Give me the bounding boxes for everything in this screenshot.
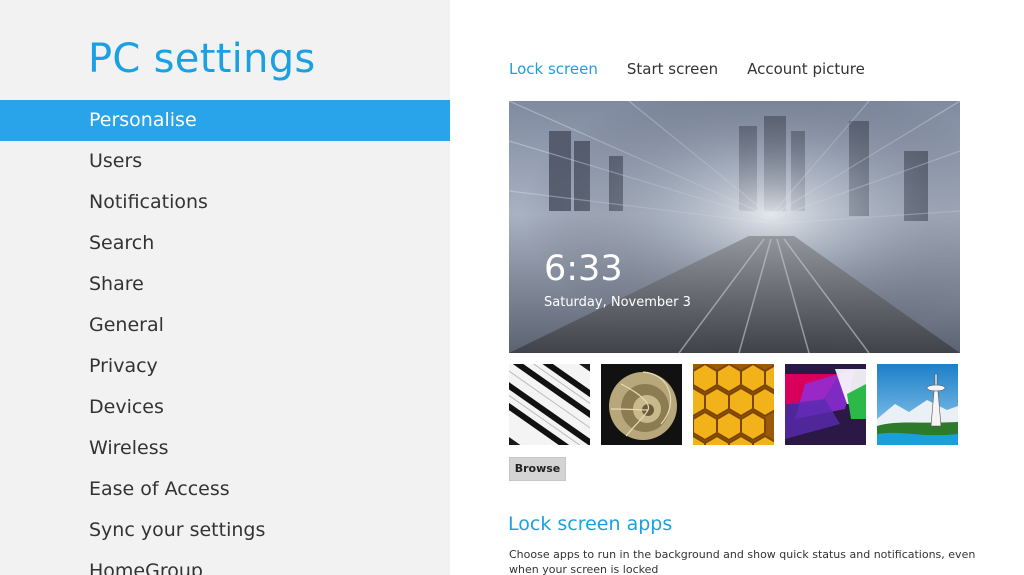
nav-item-search[interactable]: Search bbox=[0, 223, 450, 264]
lock-screen-preview: 6:33 Saturday, November 3 bbox=[509, 101, 960, 353]
nav-item-sync-your-settings[interactable]: Sync your settings bbox=[0, 510, 450, 551]
personalise-tabs: Lock screen Start screen Account picture bbox=[509, 60, 894, 78]
browse-button[interactable]: Browse bbox=[509, 457, 566, 481]
settings-nav-pane: PC settings Personalise Users Notificati… bbox=[0, 0, 450, 575]
nav-item-notifications[interactable]: Notifications bbox=[0, 182, 450, 223]
thumbnail-space-needle[interactable] bbox=[877, 364, 958, 445]
nav-item-personalise[interactable]: Personalise bbox=[0, 100, 450, 141]
tab-start-screen[interactable]: Start screen bbox=[627, 60, 718, 78]
tab-account-picture[interactable]: Account picture bbox=[747, 60, 865, 78]
thumbnail-honeycomb[interactable] bbox=[693, 364, 774, 445]
personalise-content-pane: Lock screen Start screen Account picture bbox=[450, 0, 1024, 575]
nav-item-devices[interactable]: Devices bbox=[0, 387, 450, 428]
nav-item-share[interactable]: Share bbox=[0, 264, 450, 305]
nav-item-users[interactable]: Users bbox=[0, 141, 450, 182]
app-title: PC settings bbox=[88, 36, 316, 82]
lock-screen-apps-heading: Lock screen apps bbox=[508, 513, 673, 535]
lock-screen-date: Saturday, November 3 bbox=[544, 295, 691, 310]
nav-item-privacy[interactable]: Privacy bbox=[0, 346, 450, 387]
lock-screen-apps-description: Choose apps to run in the background and… bbox=[509, 548, 976, 575]
nav-item-ease-of-access[interactable]: Ease of Access bbox=[0, 469, 450, 510]
settings-category-list: Personalise Users Notifications Search S… bbox=[0, 100, 450, 575]
thumbnail-abstract-shapes[interactable] bbox=[785, 364, 866, 445]
nav-item-wireless[interactable]: Wireless bbox=[0, 428, 450, 469]
thumbnail-piano-keys[interactable] bbox=[509, 364, 590, 445]
lock-image-thumbnails bbox=[509, 364, 969, 445]
thumbnail-nautilus-shell[interactable] bbox=[601, 364, 682, 445]
tab-lock-screen[interactable]: Lock screen bbox=[509, 60, 598, 78]
lock-screen-time: 6:33 bbox=[544, 249, 623, 289]
nav-item-homegroup[interactable]: HomeGroup bbox=[0, 551, 450, 575]
nav-item-general[interactable]: General bbox=[0, 305, 450, 346]
lock-screen-image bbox=[509, 101, 960, 353]
